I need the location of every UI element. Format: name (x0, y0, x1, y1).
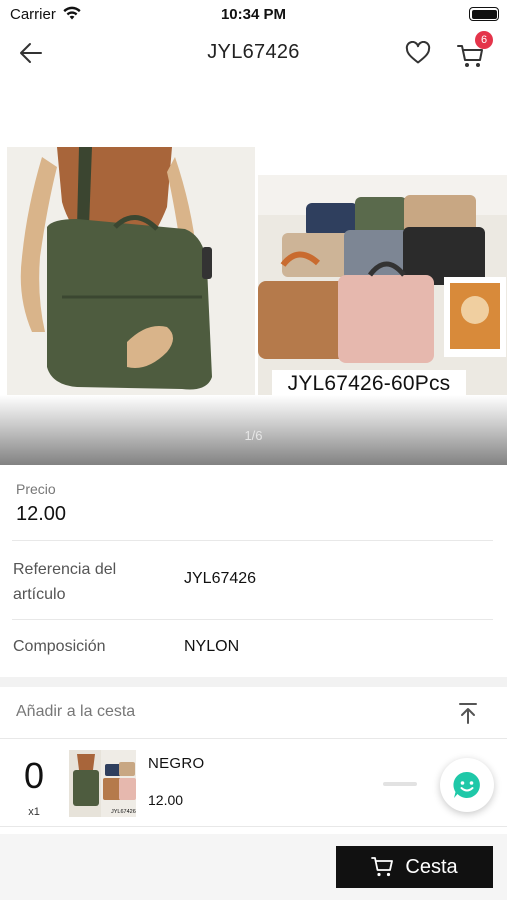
image-caption: JYL67426-60Pcs (272, 370, 466, 397)
price-value: 12.00 (16, 503, 67, 525)
cesta-button[interactable]: Cesta (336, 846, 493, 888)
add-to-cart-header: Añadir a la cesta (16, 703, 136, 720)
divider (0, 738, 507, 739)
variant-unit: x1 (28, 806, 40, 818)
battery-icon (469, 7, 499, 21)
variant-quantity[interactable]: 0 (16, 755, 52, 797)
thumbnail-caption: JYL67426 (111, 809, 136, 815)
status-bar: Carrier 10:34 PM (0, 0, 507, 28)
gallery-page-indicator: 1/6 (244, 428, 263, 443)
divider (12, 619, 493, 620)
section-separator (0, 677, 507, 687)
variant-thumbnail: JYL67426 (69, 750, 136, 817)
divider (0, 826, 507, 827)
reference-label: Referencia del artículo (13, 561, 117, 603)
divider (12, 540, 493, 541)
reference-value: JYL67426 (184, 570, 257, 587)
product-image-green-bag[interactable] (7, 147, 255, 399)
variant-price: 12.00 (148, 792, 184, 808)
composition-value: NYLON (184, 638, 240, 655)
composition-label: Composición (13, 638, 106, 655)
decrease-quantity-button[interactable] (383, 782, 417, 786)
chat-button[interactable] (440, 758, 494, 812)
chat-icon (453, 771, 480, 798)
cesta-button-label: Cesta (405, 855, 458, 878)
variant-name: NEGRO (148, 755, 205, 772)
price-label: Precio (16, 481, 56, 497)
product-image-bag-collection[interactable] (258, 175, 507, 399)
basket-icon (371, 857, 394, 877)
scroll-top-button[interactable] (455, 700, 481, 726)
status-time: 10:34 PM (220, 6, 287, 23)
cart-count-badge: 6 (475, 31, 493, 49)
scroll-top-icon (459, 703, 477, 724)
navigation-bar: JYL67426 (0, 28, 507, 80)
heart-icon (405, 41, 431, 64)
favorite-button[interactable] (402, 38, 434, 68)
